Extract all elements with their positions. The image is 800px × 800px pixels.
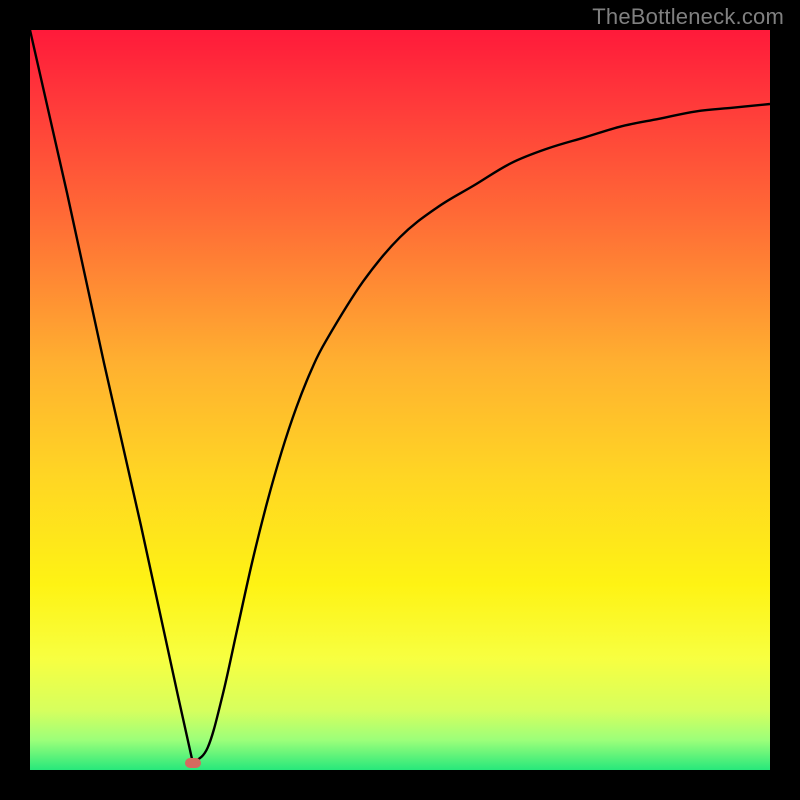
curve-path [30,30,770,763]
attribution-text: TheBottleneck.com [592,4,784,30]
chart-frame: TheBottleneck.com [0,0,800,800]
optimal-marker [185,758,201,768]
plot-area [30,30,770,770]
bottleneck-curve [30,30,770,770]
